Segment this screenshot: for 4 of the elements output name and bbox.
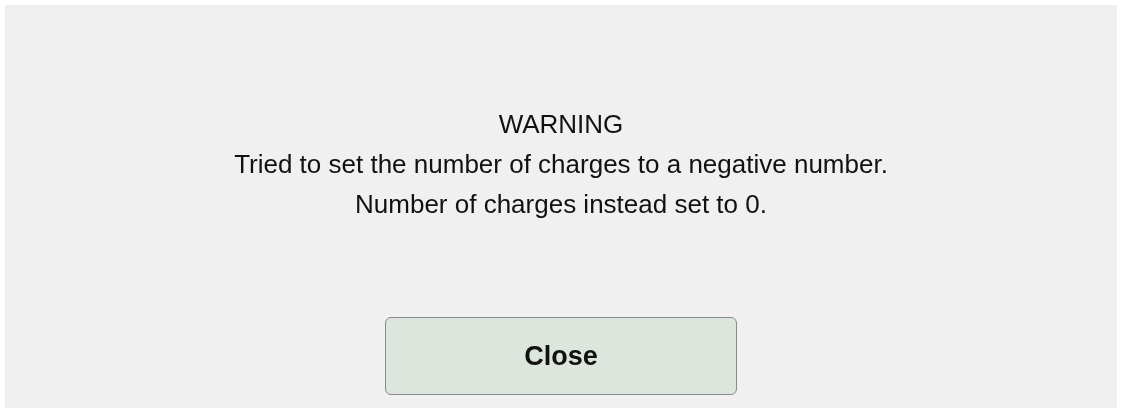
warning-message: Number of charges instead set to 0.	[355, 188, 767, 221]
warning-message: Tried to set the number of charges to a negative number.	[234, 148, 888, 181]
close-button[interactable]: Close	[385, 317, 737, 395]
warning-title: WARNING	[498, 108, 624, 141]
